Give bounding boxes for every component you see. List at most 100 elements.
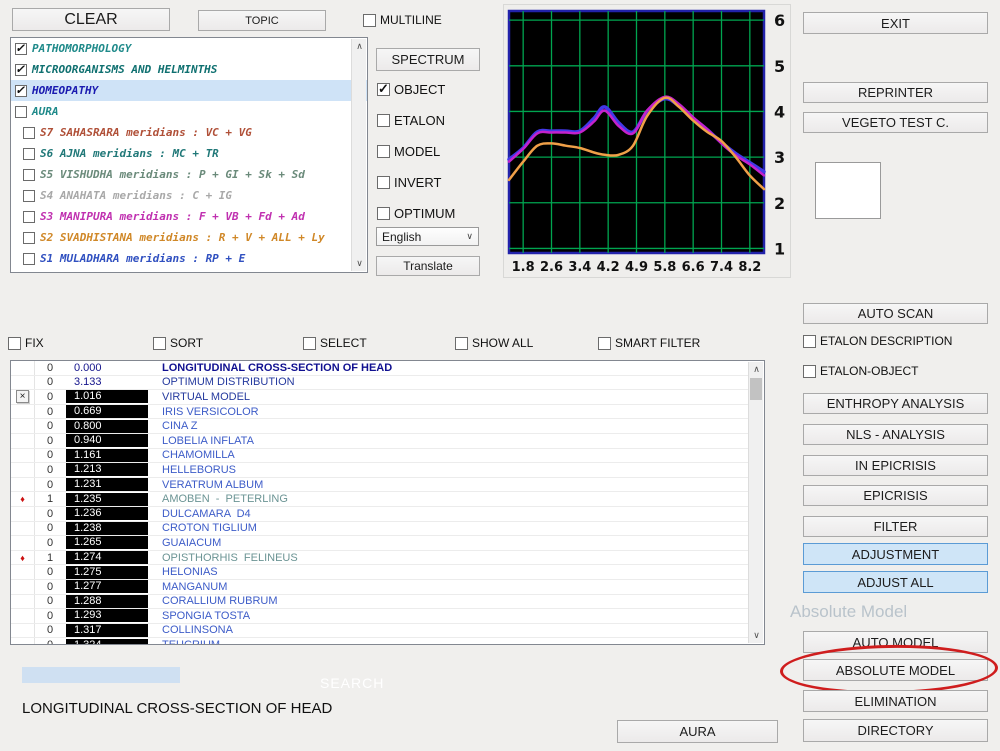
filter-button[interactable]: FILTER — [803, 516, 988, 537]
table-row[interactable]: 00.940LOBELIA INFLATA — [11, 434, 748, 449]
smart-filter-checkbox[interactable]: SMART FILTER — [598, 336, 700, 350]
model-checkbox[interactable]: MODEL — [377, 144, 487, 159]
etalon-object-checkbox-box[interactable] — [803, 365, 816, 378]
auto-scan-button[interactable]: AUTO SCAN — [803, 303, 988, 324]
object-checkbox-box[interactable] — [377, 83, 390, 96]
etalon-description-checkbox[interactable]: ETALON DESCRIPTION — [803, 334, 952, 348]
etalon-object-checkbox[interactable]: ETALON-OBJECT — [803, 364, 918, 378]
table-row[interactable]: 00.669IRIS VERSICOLOR — [11, 405, 748, 420]
multiline-checkbox[interactable]: MULTILINE — [363, 13, 442, 27]
aura-button[interactable]: AURA — [617, 720, 778, 743]
category-item-checkbox[interactable] — [23, 127, 35, 139]
vegeto-test-button[interactable]: VEGETO TEST C. — [803, 112, 988, 133]
reprinter-button[interactable]: REPRINTER — [803, 82, 988, 103]
fix-checkbox[interactable]: FIX — [8, 336, 44, 350]
table-row[interactable]: ×01.016VIRTUAL MODEL — [11, 390, 748, 405]
scrollbar-thumb[interactable] — [750, 378, 762, 400]
category-item[interactable]: S7 SAHASRARA meridians : VC + VG — [11, 122, 367, 143]
category-list[interactable]: PATHOMORPHOLOGYMICROORGANISMS AND HELMIN… — [10, 37, 368, 273]
etalon-checkbox[interactable]: ETALON — [377, 113, 487, 128]
fix-checkbox-box[interactable] — [8, 337, 21, 350]
exit-button[interactable]: EXIT — [803, 12, 988, 34]
category-item[interactable]: HOMEOPATHY — [11, 80, 367, 101]
select-checkbox-box[interactable] — [303, 337, 316, 350]
show-all-checkbox-box[interactable] — [455, 337, 468, 350]
multiline-checkbox-box[interactable] — [363, 14, 376, 27]
scroll-down-icon[interactable]: ∨ — [749, 628, 764, 643]
table-row[interactable]: 01.317COLLINSONA — [11, 624, 748, 639]
sort-checkbox[interactable]: SORT — [153, 336, 203, 350]
table-row[interactable]: ♦11.274OPISTHORHIS FELINEUS — [11, 551, 748, 566]
invert-checkbox-box[interactable] — [377, 176, 390, 189]
adjust-all-button[interactable]: ADJUST ALL — [803, 571, 988, 593]
category-item-checkbox[interactable] — [15, 43, 27, 55]
category-item[interactable]: S6 AJNA meridians : MC + TR — [11, 143, 367, 164]
language-select[interactable]: English ∨ — [376, 227, 479, 246]
table-row[interactable]: 01.161CHAMOMILLA — [11, 449, 748, 464]
show-all-checkbox[interactable]: SHOW ALL — [455, 336, 533, 350]
scroll-down-icon[interactable]: ∨ — [352, 256, 367, 271]
scroll-up-icon[interactable]: ∧ — [749, 362, 764, 377]
enthropy-analysis-button[interactable]: ENTHROPY ANALYSIS — [803, 393, 988, 414]
topic-button[interactable]: TOPIC — [198, 10, 326, 31]
table-row[interactable]: 01.213HELLEBORUS — [11, 463, 748, 478]
table-row[interactable]: 01.236DULCAMARA D4 — [11, 507, 748, 522]
category-item[interactable]: MICROORGANISMS AND HELMINTHS — [11, 59, 367, 80]
in-epicrisis-button[interactable]: IN EPICRISIS — [803, 455, 988, 476]
name-cell: CORALLIUM RUBRUM — [148, 595, 278, 607]
category-item-checkbox[interactable] — [23, 232, 35, 244]
optimum-checkbox-box[interactable] — [377, 207, 390, 220]
virtual-model-x-marker[interactable]: × — [11, 390, 35, 404]
table-row[interactable]: 01.288CORALLIUM RUBRUM — [11, 595, 748, 610]
clear-button[interactable]: CLEAR — [12, 8, 170, 31]
table-row[interactable]: 01.293SPONGIA TOSTA — [11, 609, 748, 624]
category-list-scrollbar[interactable]: ∧ ∨ — [351, 39, 366, 271]
directory-button[interactable]: DIRECTORY — [803, 719, 988, 742]
category-item-checkbox[interactable] — [23, 211, 35, 223]
nls-analysis-button[interactable]: NLS - ANALYSIS — [803, 424, 988, 445]
category-item-checkbox[interactable] — [23, 190, 35, 202]
epicrisis-button[interactable]: EPICRISIS — [803, 485, 988, 506]
etalon-description-checkbox-box[interactable] — [803, 335, 816, 348]
table-row[interactable]: 01.277MANGANUM — [11, 580, 748, 595]
category-item-checkbox[interactable] — [15, 106, 27, 118]
table-row[interactable]: 01.238CROTON TIGLIUM — [11, 522, 748, 537]
scroll-up-icon[interactable]: ∧ — [352, 39, 367, 54]
translate-button[interactable]: Translate — [376, 256, 480, 276]
model-checkbox-box[interactable] — [377, 145, 390, 158]
category-item[interactable]: S1 MULADHARA meridians : RP + E — [11, 248, 367, 269]
adjustment-button[interactable]: ADJUSTMENT — [803, 543, 988, 565]
category-item-checkbox[interactable] — [23, 148, 35, 160]
category-item[interactable]: S4 ANAHATA meridians : C + IG — [11, 185, 367, 206]
category-item-checkbox[interactable] — [15, 64, 27, 76]
object-checkbox[interactable]: OBJECT — [377, 82, 487, 97]
spectrum-button[interactable]: SPECTRUM — [376, 48, 480, 71]
category-item-checkbox[interactable] — [23, 253, 35, 265]
optimum-checkbox[interactable]: OPTIMUM — [377, 206, 487, 221]
search-input[interactable] — [22, 667, 180, 683]
category-item[interactable]: S5 VISHUDHA meridians : P + GI + Sk + Sd — [11, 164, 367, 185]
table-row[interactable]: 00.800CINA Z — [11, 419, 748, 434]
results-table[interactable]: 00.000LONGITUDINAL CROSS-SECTION OF HEAD… — [10, 360, 765, 645]
category-item-checkbox[interactable] — [15, 85, 27, 97]
invert-checkbox[interactable]: INVERT — [377, 175, 487, 190]
category-item[interactable]: AURA — [11, 101, 367, 122]
sort-checkbox-box[interactable] — [153, 337, 166, 350]
table-row[interactable]: 00.000LONGITUDINAL CROSS-SECTION OF HEAD — [11, 361, 748, 376]
category-item-checkbox[interactable] — [23, 169, 35, 181]
category-item[interactable]: S2 SVADHISTANA meridians : R + V + ALL +… — [11, 227, 367, 248]
table-row[interactable]: 01.231VERATRUM ALBUM — [11, 478, 748, 493]
category-item-label: S6 AJNA meridians : MC + TR — [40, 147, 219, 160]
table-row[interactable]: ♦11.235AMOBEN - PETERLING — [11, 492, 748, 507]
smart-filter-checkbox-box[interactable] — [598, 337, 611, 350]
select-checkbox[interactable]: SELECT — [303, 336, 367, 350]
table-row[interactable]: 03.133OPTIMUM DISTRIBUTION — [11, 376, 748, 391]
etalon-checkbox-box[interactable] — [377, 114, 390, 127]
category-item[interactable]: S3 MANIPURA meridians : F + VB + Fd + Ad — [11, 206, 367, 227]
table-row[interactable]: 01.275HELONIAS — [11, 565, 748, 580]
category-item[interactable]: PATHOMORPHOLOGY — [11, 38, 367, 59]
results-table-scrollbar[interactable]: ∧ ∨ — [748, 362, 763, 643]
elimination-button[interactable]: ELIMINATION — [803, 690, 988, 712]
table-row[interactable]: 01.265GUAIACUM — [11, 536, 748, 551]
table-row[interactable]: 01.324TEUCRIUM — [11, 638, 748, 645]
